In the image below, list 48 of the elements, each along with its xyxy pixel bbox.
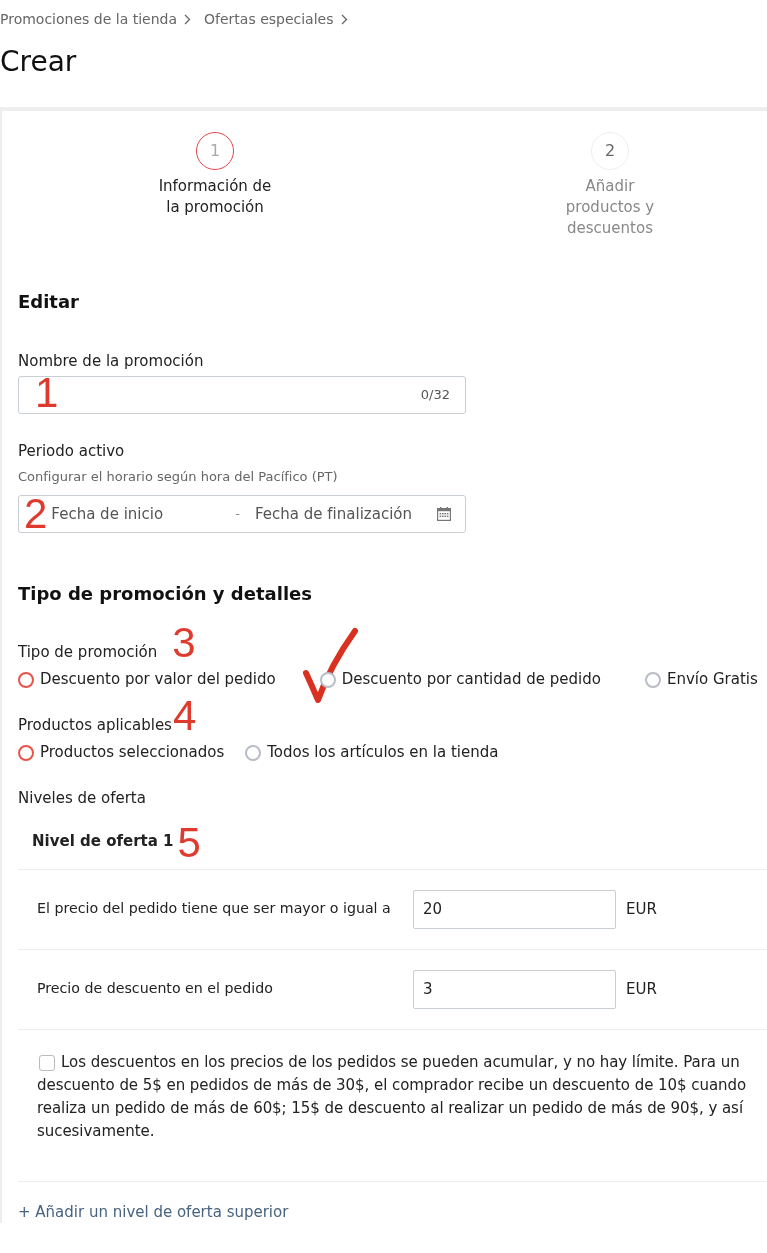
radio-label[interactable]: Descuento por cantidad de pedido xyxy=(341,669,601,690)
step-label: Información de la promoción xyxy=(157,176,273,218)
radio-label[interactable]: Descuento por valor del pedido xyxy=(40,669,276,690)
step-number: 2 xyxy=(591,132,629,170)
end-date-input[interactable]: Fecha de finalización xyxy=(255,496,424,532)
radio-button[interactable] xyxy=(18,671,34,688)
radio-button[interactable] xyxy=(644,671,661,688)
field-label: El precio del pedido tiene que ser mayor o igual a xyxy=(37,899,391,919)
annotation-number: 3 xyxy=(172,619,196,666)
radio-button[interactable] xyxy=(18,744,34,761)
name-input-field[interactable] xyxy=(18,376,466,414)
calendar-icon[interactable] xyxy=(437,507,451,521)
start-date-input[interactable]: Fecha de inicio xyxy=(51,496,236,532)
annotation-number: 1 xyxy=(35,372,59,414)
step-number: 1 xyxy=(196,132,234,170)
page-title: Crear xyxy=(0,45,78,79)
range-separator: - xyxy=(235,505,241,524)
field-label: Periodo activo xyxy=(18,441,126,462)
amount-input[interactable]: 20 xyxy=(413,889,616,929)
breadcrumb-link[interactable]: Ofertas especiales xyxy=(204,9,334,29)
field-label: Tipo de promoción xyxy=(18,643,158,661)
tier-title: Nivel de oferta 1 xyxy=(32,832,174,850)
character-counter: 0/32 xyxy=(420,386,450,404)
chevron-right-icon xyxy=(184,13,191,25)
annotation-number: 4 xyxy=(172,692,197,739)
field-label: Precio de descuento en el pedido xyxy=(37,979,273,999)
chevron-right-icon xyxy=(340,13,348,25)
field-label: Nombre de la promoción xyxy=(18,351,205,372)
checkbox[interactable] xyxy=(39,1054,55,1071)
step-label: Añadir productos y descuentos xyxy=(564,176,656,239)
section-heading: Tipo de promoción y detalles xyxy=(18,582,313,606)
annotation-number: 2 xyxy=(24,496,48,532)
radio-label[interactable]: Productos seleccionados xyxy=(40,742,225,763)
section-heading: Editar xyxy=(18,290,80,314)
radio-button[interactable] xyxy=(319,671,336,688)
annotation-number: 5 xyxy=(177,819,201,866)
radio-label[interactable]: Envío Gratis xyxy=(666,669,758,690)
amount-input[interactable]: 3 xyxy=(413,969,616,1009)
radio-label[interactable]: Todos los artículos en la tienda xyxy=(267,742,499,763)
field-hint: Configurar el horario según hora del Pacífico (PT) xyxy=(18,468,339,486)
radio-button[interactable] xyxy=(245,744,262,761)
add-tier-link[interactable]: + Añadir un nivel de oferta superior xyxy=(18,1201,289,1223)
currency-label: EUR xyxy=(626,898,657,920)
currency-label: EUR xyxy=(626,978,657,1000)
breadcrumb-link[interactable]: Promociones de la tienda xyxy=(0,9,177,29)
checkbox-label[interactable]: Los descuentos en los precios de los pedidos se pueden acumular, y no hay límite. Para un descuento de 5$ en pedidos de más de 30$, el comprador recibe un descuento de 10$ cuando realiza un pedido de más de 60$; 15$ de descuento al realizar un pedido de más de 90$, y así sucesivamente. xyxy=(37,1050,765,1143)
field-label: Niveles de oferta xyxy=(18,788,147,809)
field-label: Productos aplicables xyxy=(18,716,172,734)
